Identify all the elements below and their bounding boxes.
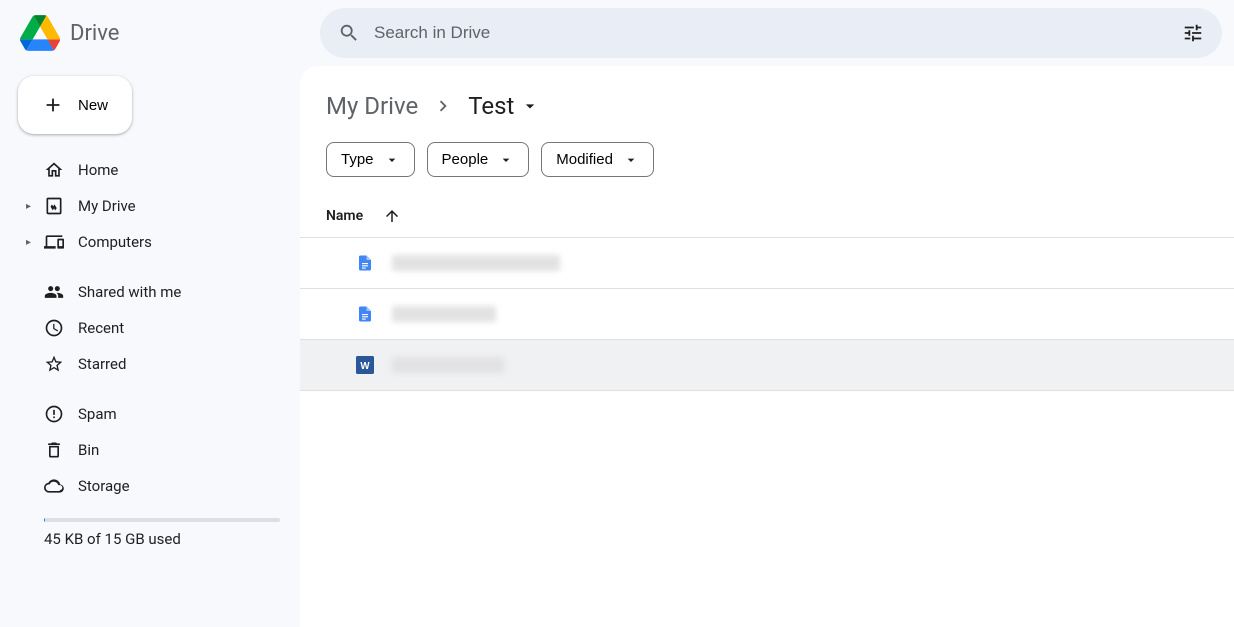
filter-label: Modified [556,151,613,168]
caret-down-icon [623,152,639,168]
caret-down-icon [384,152,400,168]
file-name [392,357,504,373]
file-list: W [300,238,1234,391]
sidebar-item-computers[interactable]: ▸ Computers [18,224,290,260]
storage-bar-fill [44,518,45,522]
new-button[interactable]: New [18,76,132,134]
computers-icon [44,232,64,252]
app-name: Drive [70,21,119,46]
gdoc-file-icon [356,254,374,272]
spam-icon [44,404,64,424]
sidebar-item-label: Bin [78,441,99,459]
search-options-icon[interactable] [1182,22,1204,44]
sidebar-item-label: Home [78,161,118,179]
sidebar-item-starred[interactable]: Starred [18,346,290,382]
caret-down-icon [498,152,514,168]
trash-icon [44,440,64,460]
clock-icon [44,318,64,338]
topbar: Drive [0,0,1234,66]
file-row[interactable]: W [300,340,1234,391]
word-file-icon: W [356,356,374,374]
cloud-icon [44,476,64,496]
new-button-label: New [78,97,108,114]
filter-people[interactable]: People [427,142,530,177]
breadcrumb-root[interactable]: My Drive [326,92,418,120]
chevron-right-icon [432,95,454,117]
storage-bar [44,518,280,522]
sidebar-item-label: My Drive [78,197,136,215]
search-icon [338,22,360,44]
file-name [392,255,560,271]
sidebar-item-label: Storage [78,477,130,495]
sidebar-item-label: Spam [78,405,117,423]
sidebar-item-mydrive[interactable]: ▸ My Drive [18,188,290,224]
home-icon [44,160,64,180]
file-row[interactable] [300,238,1234,289]
sidebar-item-spam[interactable]: Spam [18,396,290,432]
plus-icon [42,94,64,116]
sort-asc-icon[interactable] [383,207,401,225]
file-row[interactable] [300,289,1234,340]
sidebar-item-home[interactable]: Home [18,152,290,188]
sidebar-item-label: Shared with me [78,283,181,301]
caret-down-icon [520,96,540,116]
filters: Type People Modified [300,142,1234,177]
expand-icon: ▸ [26,201,31,212]
filter-label: People [442,151,489,168]
filter-label: Type [341,151,374,168]
search-bar[interactable] [320,8,1222,58]
sidebar-item-recent[interactable]: Recent [18,310,290,346]
people-icon [44,282,64,302]
drive-logo-icon [20,15,60,51]
expand-icon: ▸ [26,237,31,248]
gdoc-file-icon [356,305,374,323]
sidebar-item-label: Recent [78,319,124,337]
sidebar: New Home ▸ My Drive ▸ Computers Shared with … [0,66,300,627]
star-icon [44,354,64,374]
logo-area[interactable]: Drive [20,15,300,51]
sidebar-item-storage[interactable]: Storage [18,468,290,504]
main-panel: My Drive Test Type People Modified Name [300,66,1234,627]
sidebar-item-label: Computers [78,233,152,251]
file-name [392,306,496,322]
sidebar-item-label: Starred [78,355,126,373]
sidebar-item-bin[interactable]: Bin [18,432,290,468]
list-header: Name [300,199,1234,238]
list-header-name[interactable]: Name [326,208,363,224]
svg-text:W: W [360,361,370,372]
filter-modified[interactable]: Modified [541,142,654,177]
filter-type[interactable]: Type [326,142,415,177]
sidebar-item-shared[interactable]: Shared with me [18,274,290,310]
breadcrumb-current[interactable]: Test [468,92,540,120]
storage-text: 45 KB of 15 GB used [18,530,290,548]
breadcrumb: My Drive Test [300,92,1234,120]
search-input[interactable] [372,22,1182,44]
drive-icon [44,196,64,216]
